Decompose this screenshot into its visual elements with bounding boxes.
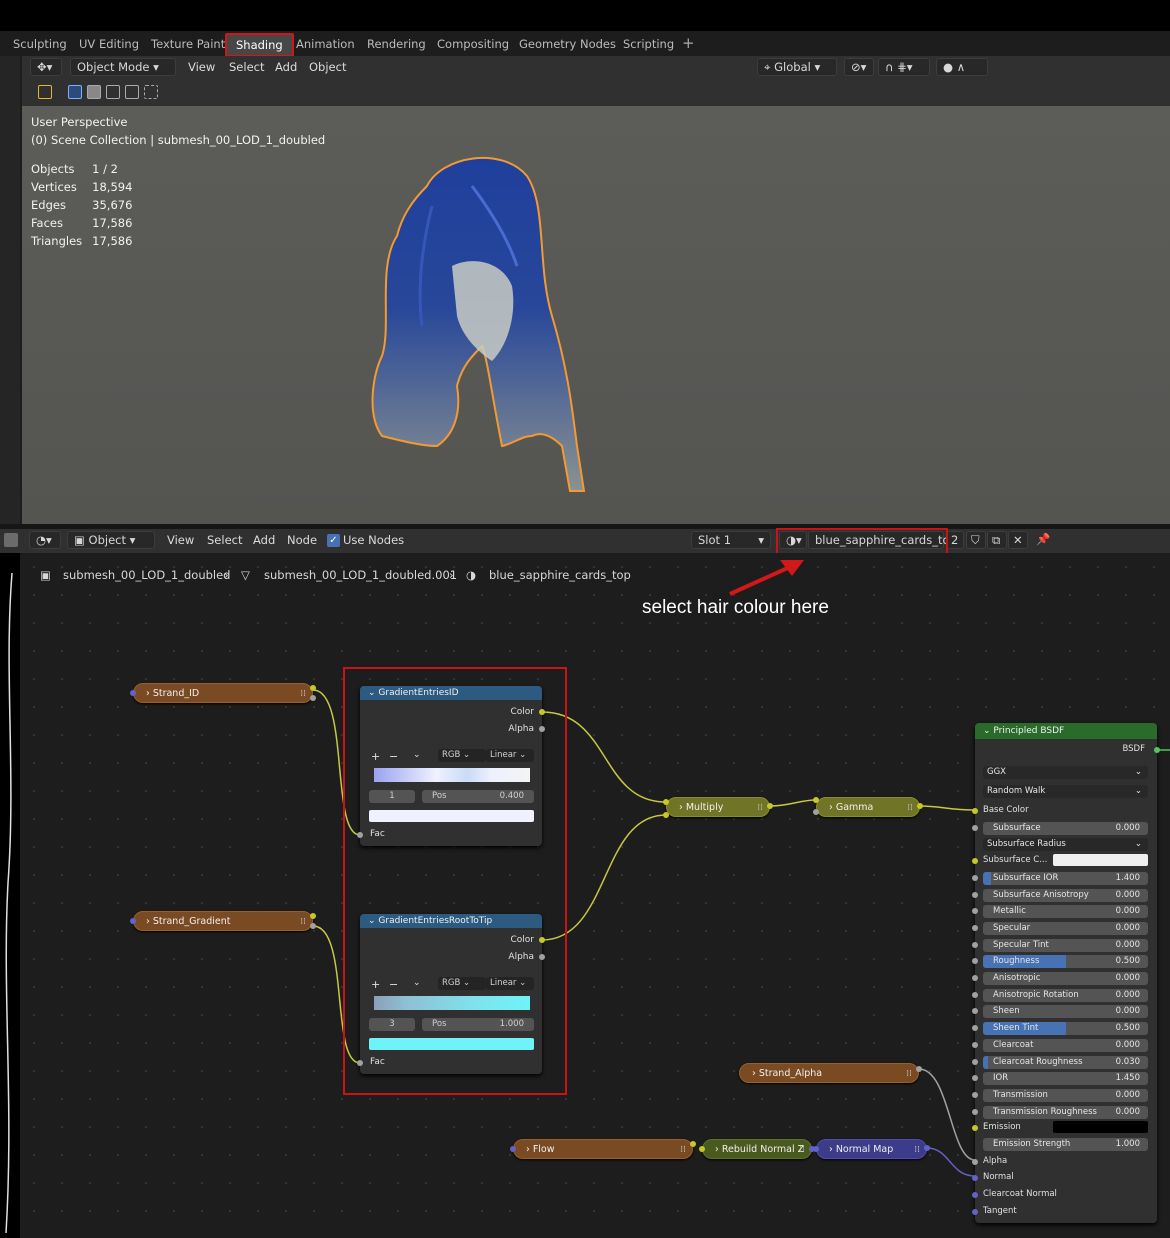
emission-color-swatch[interactable]	[1053, 1121, 1148, 1133]
socket[interactable]	[972, 958, 978, 964]
flow-node[interactable]: › Flow ⁞⁞	[513, 1139, 693, 1159]
field-value: 0.000	[1115, 1090, 1140, 1100]
rebuild-normal-node[interactable]: › Rebuild Normal Z ⁞⁞	[702, 1139, 812, 1159]
socket[interactable]	[972, 1192, 978, 1198]
field-value: 0.500	[1115, 1023, 1140, 1033]
socket[interactable]	[972, 1109, 978, 1115]
normal-map-node[interactable]: › Normal Map ⁞⁞	[816, 1139, 927, 1159]
emission-label: Emission	[983, 1122, 1021, 1132]
subsurface-radius-dropdown[interactable]: Subsurface Radius ⌄	[983, 838, 1148, 851]
field-value: 0.000	[1115, 973, 1140, 983]
socket[interactable]	[972, 1008, 978, 1014]
subsurface-ior-field[interactable]: Subsurface IOR 1.400	[983, 872, 1148, 885]
field-value: 0.000	[1115, 906, 1140, 916]
field-value: 0.000	[1115, 923, 1140, 933]
field-value: 0.500	[1115, 956, 1140, 966]
field-label: Metallic	[993, 906, 1026, 916]
socket[interactable]	[972, 1059, 978, 1065]
field-value: 0.000	[1115, 1107, 1140, 1117]
anisotropic-field[interactable]: Anisotropic 0.000	[983, 972, 1148, 985]
socket[interactable]	[972, 825, 978, 831]
socket[interactable]	[972, 1025, 978, 1031]
ior-field[interactable]: IOR 1.450	[983, 1072, 1148, 1085]
subsurface-anisotropy-field[interactable]: Subsurface Anisotropy 0.000	[983, 889, 1148, 902]
socket[interactable]	[972, 808, 978, 814]
field-label: Subsurface	[993, 823, 1041, 833]
multiply-node[interactable]: › Multiply ⁞⁞	[666, 797, 770, 817]
field-label: Transmission	[993, 1090, 1048, 1100]
clearcoat-roughness-field[interactable]: Clearcoat Roughness 0.030	[983, 1056, 1148, 1069]
field-label: IOR	[993, 1073, 1009, 1083]
socket[interactable]	[972, 1042, 978, 1048]
socket[interactable]	[972, 908, 978, 914]
strand-gradient-node[interactable]: › Strand_Gradient ⁞⁞	[133, 911, 313, 931]
field-label: Subsurface IOR	[993, 873, 1059, 883]
socket[interactable]	[972, 875, 978, 881]
field-value: 1.400	[1115, 873, 1140, 883]
sheen-tint-field[interactable]: Sheen Tint 0.500	[983, 1022, 1148, 1035]
subsurface-color-label: Subsurface C...	[983, 855, 1048, 865]
field-value: 0.000	[1115, 890, 1140, 900]
field-value: 0.000	[1115, 940, 1140, 950]
socket[interactable]	[972, 975, 978, 981]
field-label: Transmission Roughness	[993, 1107, 1097, 1117]
field-label: Clearcoat Roughness	[993, 1057, 1083, 1067]
socket[interactable]	[972, 1209, 978, 1215]
field-value: 0.000	[1115, 823, 1140, 833]
subsurface-color-swatch[interactable]	[1053, 854, 1148, 866]
field-label: Sheen	[993, 1006, 1020, 1016]
value-fill	[983, 872, 992, 885]
socket[interactable]	[972, 1175, 978, 1181]
value-fill	[983, 1056, 988, 1069]
field-label: Specular Tint	[993, 940, 1049, 950]
strand-alpha-node[interactable]: › Strand_Alpha ⁞⁞	[739, 1063, 919, 1083]
subsurface-field[interactable]: Subsurface 0.000	[983, 822, 1148, 835]
bsdf-output-label: BSDF	[1122, 744, 1145, 754]
field-value: 1.450	[1115, 1073, 1140, 1083]
gamma-node[interactable]: › Gamma ⁞⁞	[816, 797, 920, 817]
field-value: 0.000	[1115, 990, 1140, 1000]
socket[interactable]	[972, 858, 978, 864]
field-label: Specular	[993, 923, 1031, 933]
distribution-dropdown[interactable]: GGX ⌄	[983, 766, 1148, 779]
normal-input-label: Normal	[983, 1172, 1014, 1182]
socket[interactable]	[972, 942, 978, 948]
node-header: ⌄ Principled BSDF	[975, 723, 1157, 739]
base-color-label: Base Color	[983, 805, 1029, 815]
field-value: 0.000	[1115, 1006, 1140, 1016]
field-label: Roughness	[993, 956, 1040, 966]
field-label: Anisotropic	[993, 973, 1041, 983]
alpha-input-label: Alpha	[983, 1156, 1008, 1166]
transmission-field[interactable]: Transmission 0.000	[983, 1089, 1148, 1102]
socket[interactable]	[972, 892, 978, 898]
subsurface-method-dropdown[interactable]: Random Walk ⌄	[983, 785, 1148, 798]
emission-strength-field[interactable]: Emission Strength 1.000	[983, 1138, 1148, 1151]
color-ramps-highlight-box	[343, 667, 567, 1095]
principled-bsdf-node[interactable]: ⌄ Principled BSDF BSDF GGX ⌄ Random Walk ⌄…	[972, 723, 1157, 1223]
socket[interactable]	[972, 925, 978, 931]
sheen-field[interactable]: Sheen 0.000	[983, 1005, 1148, 1018]
specular-tint-field[interactable]: Specular Tint 0.000	[983, 939, 1148, 952]
roughness-field[interactable]: Roughness 0.500	[983, 955, 1148, 968]
socket[interactable]	[972, 992, 978, 998]
socket[interactable]	[972, 1092, 978, 1098]
clearcoat-normal-input-label: Clearcoat Normal	[983, 1189, 1057, 1199]
socket[interactable]	[972, 1125, 978, 1131]
field-label: Anisotropic Rotation	[993, 990, 1079, 1000]
clearcoat-field[interactable]: Clearcoat 0.000	[983, 1039, 1148, 1052]
specular-field[interactable]: Specular 0.000	[983, 922, 1148, 935]
field-label: Clearcoat	[993, 1040, 1034, 1050]
field-value: 0.000	[1115, 1040, 1140, 1050]
anisotropic-rotation-field[interactable]: Anisotropic Rotation 0.000	[983, 989, 1148, 1002]
strand-id-node[interactable]: › Strand_ID ⁞⁞	[133, 683, 313, 703]
field-label: Sheen Tint	[993, 1023, 1039, 1033]
tangent-input-label: Tangent	[983, 1206, 1017, 1216]
field-value: 0.030	[1115, 1057, 1140, 1067]
socket[interactable]	[972, 1075, 978, 1081]
metallic-field[interactable]: Metallic 0.000	[983, 905, 1148, 918]
transmission-roughness-field[interactable]: Transmission Roughness 0.000	[983, 1106, 1148, 1119]
socket[interactable]	[972, 1159, 978, 1165]
field-label: Subsurface Anisotropy	[993, 890, 1089, 900]
